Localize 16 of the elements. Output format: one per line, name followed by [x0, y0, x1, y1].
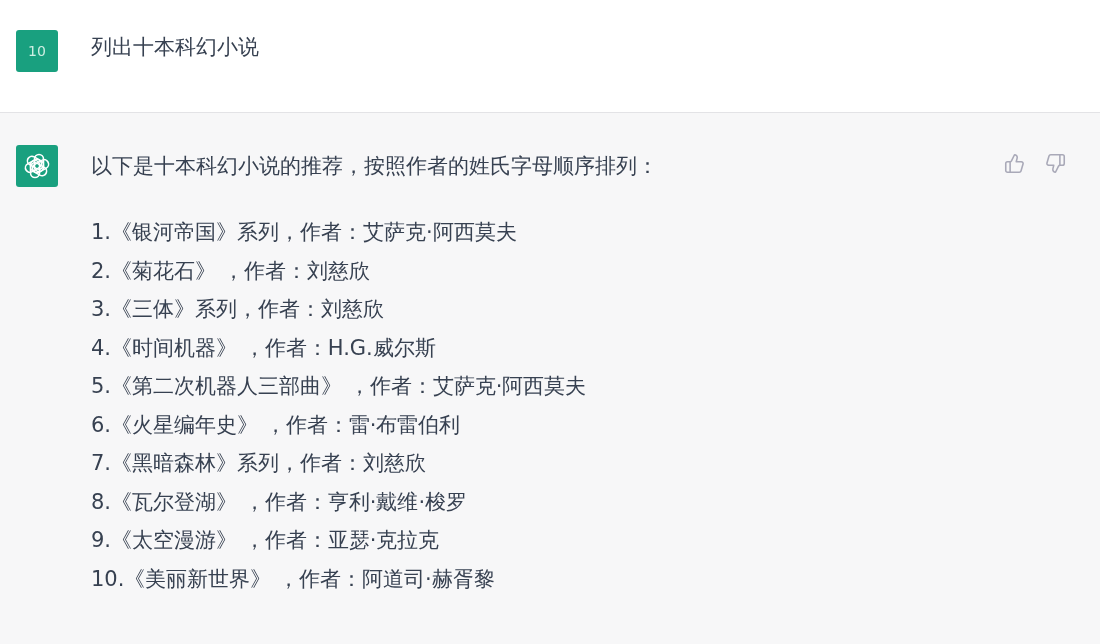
list-item: 6.《火星编年史》 ，作者：雷·布雷伯利: [91, 411, 461, 439]
list-item: 3.《三体》系列，作者：刘慈欣: [91, 296, 385, 323]
prompt-text: 列出十本科幻小说: [91, 34, 259, 61]
list-item: 10.《美丽新世界》 ，作者：阿道司·赫胥黎: [91, 565, 495, 593]
list-item: 2.《菊花石》 ，作者：刘慈欣: [91, 257, 370, 285]
list-item: 5.《第二次机器人三部曲》 ，作者：艾萨克·阿西莫夫: [91, 373, 587, 400]
knot-logo-icon: [16, 145, 58, 187]
thumbs-down-icon[interactable]: [1045, 153, 1066, 174]
list-item: 4.《时间机器》 ，作者：H.G.威尔斯: [91, 334, 436, 362]
list-item: 7.《黑暗森林》系列，作者：刘慈欣: [91, 450, 427, 477]
reply-text: 以下是十本科幻小说的推荐，按照作者的姓氏字母顺序排列：: [91, 153, 658, 180]
list-item: 9.《太空漫游》 ，作者：亚瑟·克拉克: [91, 527, 440, 554]
thumbs-up-icon[interactable]: [1004, 153, 1025, 174]
list-item: 8.《瓦尔登湖》 ，作者：亨利·戴维·梭罗: [91, 488, 468, 516]
user-avatar: 10: [16, 30, 58, 72]
list-item: 1.《银河帝国》系列，作者：艾萨克·阿西莫夫: [91, 219, 517, 246]
